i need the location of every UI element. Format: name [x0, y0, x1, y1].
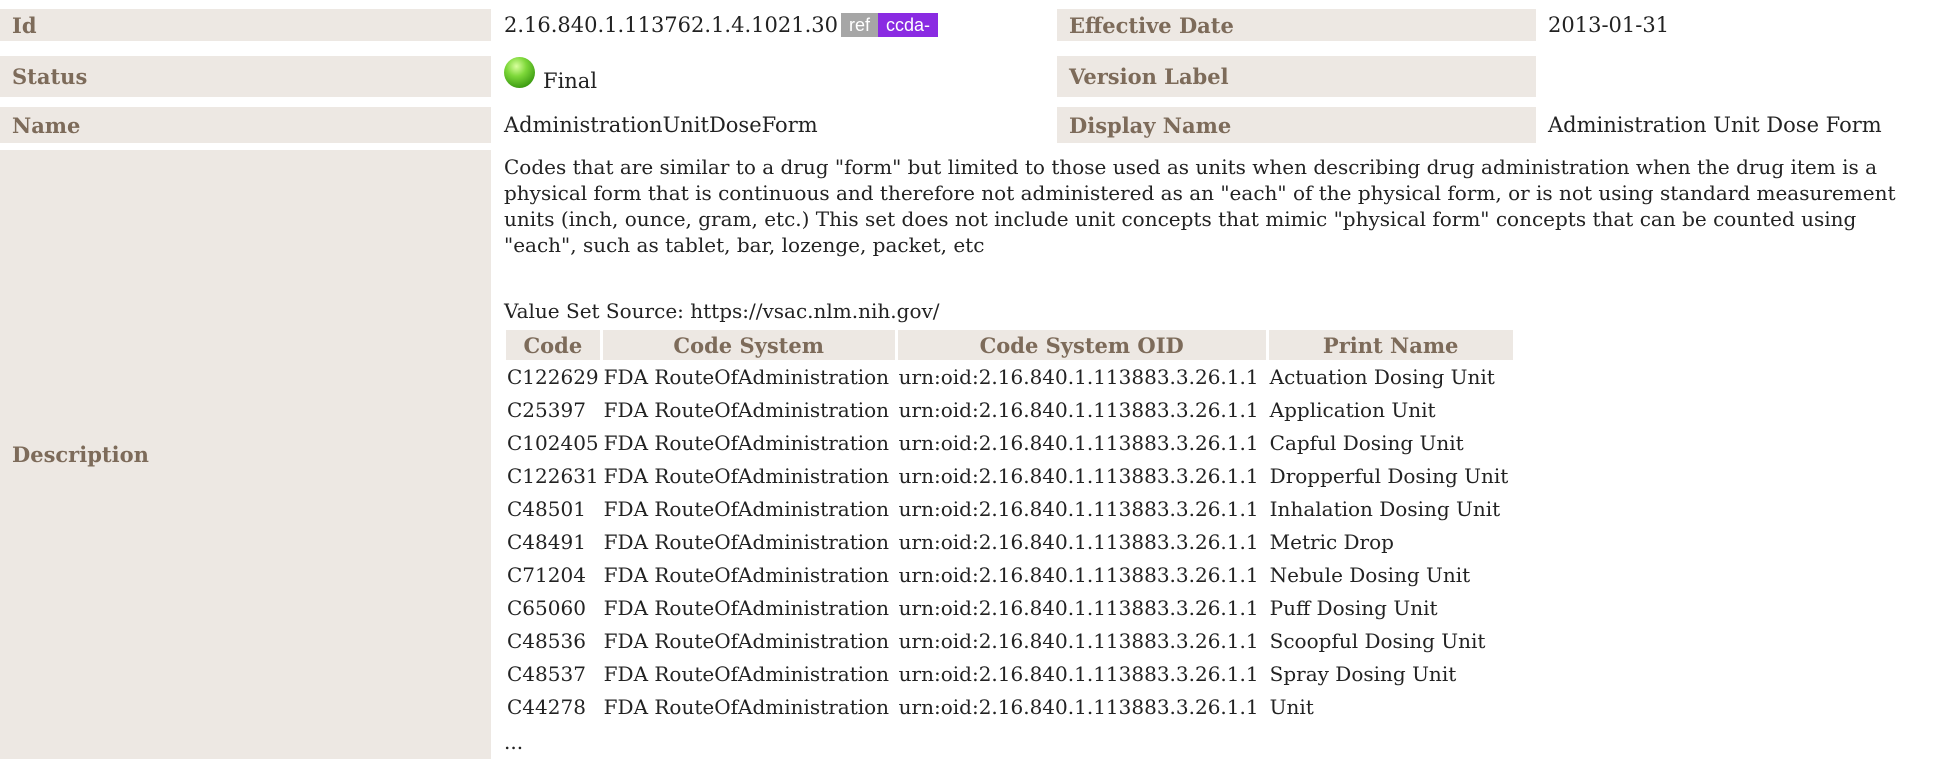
green-circle-icon	[504, 57, 535, 88]
id-value: 2.16.840.1.113762.1.4.1021.30	[504, 13, 838, 37]
cell-code-system-oid: urn:oid:2.16.840.1.113883.3.26.1.1	[898, 496, 1259, 521]
value-set-detail: Id 2.16.840.1.113762.1.4.1021.30 ref ccda…	[0, 0, 1937, 759]
cell-print-name: Unit	[1269, 694, 1314, 719]
cell-code-system-oid: urn:oid:2.16.840.1.113883.3.26.1.1	[898, 628, 1259, 653]
cell-code: C71204	[507, 562, 586, 587]
column-header-print-name: Print Name	[1268, 330, 1513, 360]
cell-code: C48536	[507, 628, 586, 653]
cell-code: C48491	[507, 529, 586, 554]
cell-print-name: Spray Dosing Unit	[1269, 661, 1457, 686]
display-name-label: Display Name	[1057, 107, 1536, 143]
cell-code: C48537	[507, 661, 586, 686]
cell-code-system: FDA RouteOfAdministration	[603, 397, 890, 422]
cell-code-system-oid: urn:oid:2.16.840.1.113883.3.26.1.1	[898, 595, 1259, 620]
table-row: C102405 FDA RouteOfAdministration urn:oid:…	[506, 426, 1513, 459]
more-indicator: ...	[504, 730, 524, 754]
table-row: C48537 FDA RouteOfAdministration urn:oid:2…	[506, 657, 1513, 690]
codes-table: Code Code System Code System OID Print N…	[503, 330, 1516, 723]
codes-table-body: C122629 FDA RouteOfAdministration urn:oid:…	[506, 360, 1513, 723]
table-row: C44278 FDA RouteOfAdministration urn:oid:2…	[506, 690, 1513, 723]
column-header-code-system-oid: Code System OID	[897, 330, 1266, 360]
version-label-label: Version Label	[1057, 56, 1536, 97]
cell-code-system: FDA RouteOfAdministration	[603, 628, 890, 653]
value-set-source: Value Set Source: https://vsac.nlm.nih.g…	[504, 299, 940, 323]
cell-print-name: Capful Dosing Unit	[1269, 430, 1464, 455]
table-row: C122629 FDA RouteOfAdministration urn:oid:…	[506, 360, 1513, 393]
cell-print-name: Dropperful Dosing Unit	[1269, 463, 1509, 488]
description-label: Description	[0, 150, 491, 759]
version-label-value	[1542, 56, 1937, 97]
cell-code-system: FDA RouteOfAdministration	[603, 529, 890, 554]
cell-code-system-oid: urn:oid:2.16.840.1.113883.3.26.1.1	[898, 463, 1259, 488]
ref-badge[interactable]: ref	[840, 13, 878, 37]
cell-code-system-oid: urn:oid:2.16.840.1.113883.3.26.1.1	[898, 397, 1259, 422]
cell-code-system: FDA RouteOfAdministration	[603, 364, 890, 389]
cell-code: C65060	[507, 595, 586, 620]
effective-date-value: 2013-01-31	[1548, 13, 1670, 37]
status-label: Status	[0, 56, 491, 97]
cell-code-system-oid: urn:oid:2.16.840.1.113883.3.26.1.1	[898, 430, 1259, 455]
cell-code-system-oid: urn:oid:2.16.840.1.113883.3.26.1.1	[898, 661, 1259, 686]
column-header-code-system: Code System	[602, 330, 895, 360]
cell-code-system: FDA RouteOfAdministration	[603, 694, 890, 719]
cell-code-system-oid: urn:oid:2.16.840.1.113883.3.26.1.1	[898, 694, 1259, 719]
table-row: C65060 FDA RouteOfAdministration urn:oid:2…	[506, 591, 1513, 624]
table-row: C71204 FDA RouteOfAdministration urn:oid:2…	[506, 558, 1513, 591]
cell-code: C122631	[507, 463, 599, 488]
cell-print-name: Nebule Dosing Unit	[1269, 562, 1471, 587]
cell-code-system: FDA RouteOfAdministration	[603, 562, 890, 587]
cell-code: C122629	[507, 364, 599, 389]
column-header-code: Code	[506, 330, 600, 360]
cell-code-system: FDA RouteOfAdministration	[603, 430, 890, 455]
cell-print-name: Scoopful Dosing Unit	[1269, 628, 1486, 653]
cell-print-name: Inhalation Dosing Unit	[1269, 496, 1501, 521]
cell-code-system-oid: urn:oid:2.16.840.1.113883.3.26.1.1	[898, 562, 1259, 587]
cell-code-system-oid: urn:oid:2.16.840.1.113883.3.26.1.1	[898, 529, 1259, 554]
display-name-value: Administration Unit Dose Form	[1548, 113, 1882, 137]
table-row: C25397 FDA RouteOfAdministration urn:oid:2…	[506, 393, 1513, 426]
cell-code-system: FDA RouteOfAdministration	[603, 496, 890, 521]
cell-print-name: Actuation Dosing Unit	[1269, 364, 1495, 389]
table-row: C122631 FDA RouteOfAdministration urn:oid:…	[506, 459, 1513, 492]
cell-print-name: Application Unit	[1269, 397, 1436, 422]
table-row: C48501 FDA RouteOfAdministration urn:oid:2…	[506, 492, 1513, 525]
status-value: Final	[543, 68, 598, 93]
table-row: C48491 FDA RouteOfAdministration urn:oid:2…	[506, 525, 1513, 558]
id-label: Id	[0, 9, 491, 41]
cell-code: C25397	[507, 397, 586, 422]
cell-code-system: FDA RouteOfAdministration	[603, 463, 890, 488]
name-value: AdministrationUnitDoseForm	[504, 113, 818, 137]
codes-table-header: Code Code System Code System OID Print N…	[506, 330, 1513, 360]
cell-print-name: Puff Dosing Unit	[1269, 595, 1438, 620]
cell-code: C44278	[507, 694, 586, 719]
cell-code-system: FDA RouteOfAdministration	[603, 661, 890, 686]
cell-code: C48501	[507, 496, 586, 521]
ccda-badge[interactable]: ccda-	[878, 13, 939, 37]
name-label: Name	[0, 107, 491, 143]
cell-code: C102405	[507, 430, 599, 455]
effective-date-label: Effective Date	[1057, 9, 1536, 41]
cell-print-name: Metric Drop	[1269, 529, 1394, 554]
status-value-cell: Final	[498, 56, 1052, 97]
description-text: Codes that are similar to a drug "form" …	[504, 155, 1896, 257]
table-row: C48536 FDA RouteOfAdministration urn:oid:2…	[506, 624, 1513, 657]
cell-code-system-oid: urn:oid:2.16.840.1.113883.3.26.1.1	[898, 364, 1259, 389]
cell-code-system: FDA RouteOfAdministration	[603, 595, 890, 620]
id-value-cell: 2.16.840.1.113762.1.4.1021.30 ref ccda-	[498, 9, 1052, 41]
